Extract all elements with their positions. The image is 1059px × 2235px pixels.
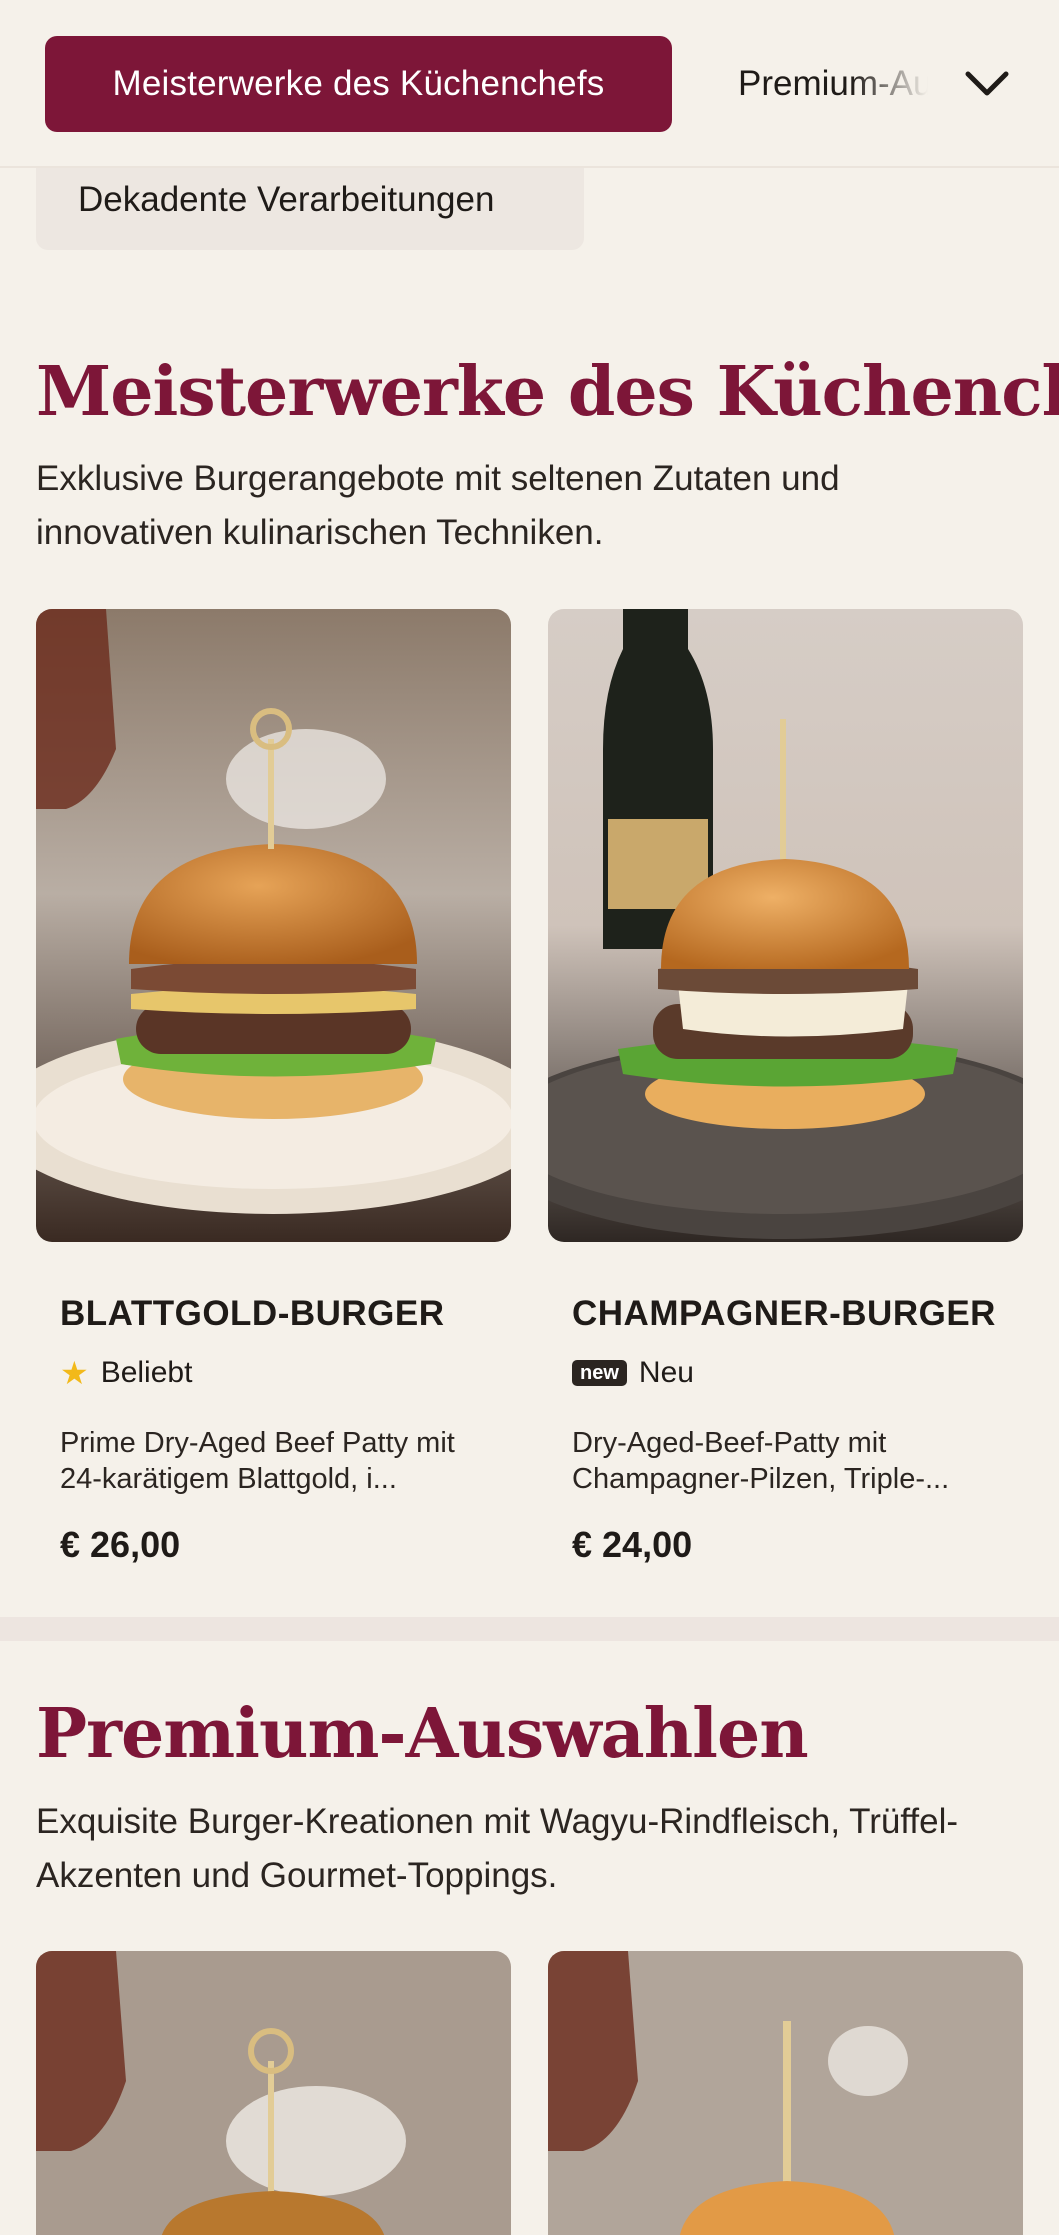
burger-photo <box>36 609 511 1242</box>
champagner-burger-image[interactable] <box>548 609 1023 1242</box>
new-badge: new Neu <box>572 1356 694 1390</box>
premium-burger-image[interactable] <box>548 1951 1023 2235</box>
category-tab-active[interactable]: Meisterwerke des Küchenchefs <box>45 36 672 132</box>
item-description: Dry-Aged-Beef-Patty mit Champagner-Pilze… <box>572 1427 950 1495</box>
item-price: € 24,00 <box>572 1524 693 1565</box>
menu-page: Meisterwerke des Küchenchefs Premium-Aus… <box>0 0 1059 2235</box>
new-tag-icon: new <box>572 1360 627 1386</box>
section-description: Exquisite Burger-Kreationen mit Wagyu-Ri… <box>36 1802 959 1895</box>
category-dropdown-button[interactable] <box>955 52 1019 116</box>
item-description: Prime Dry-Aged Beef Patty mit 24-karätig… <box>60 1427 455 1495</box>
blattgold-burger-image[interactable] <box>36 609 511 1242</box>
item-name[interactable]: BLATTGOLD-BURGER <box>60 1294 445 1334</box>
section-divider <box>0 1617 1059 1641</box>
section-title: Premium-Auswahlen <box>36 1694 809 1774</box>
popular-badge: ★ Beliebt <box>60 1356 192 1390</box>
category-nav: Meisterwerke des Küchenchefs Premium-Aus… <box>0 0 1059 168</box>
burger-photo <box>36 1951 511 2235</box>
section-title: Meisterwerke des Küchenchefs <box>36 352 1059 432</box>
badge-label: Neu <box>638 1356 694 1389</box>
category-tab-next[interactable]: Premium-Auswahlen <box>738 36 928 132</box>
badge-label: Beliebt <box>100 1356 193 1389</box>
chevron-down-icon <box>965 71 1009 96</box>
section-description: Exklusive Burgerangebote mit seltenen Zu… <box>36 459 840 552</box>
burger-photo <box>548 609 1023 1242</box>
item-name[interactable]: CHAMPAGNER-BURGER <box>572 1294 996 1334</box>
premium-burger-image[interactable] <box>36 1951 511 2235</box>
star-icon: ★ <box>60 1355 89 1391</box>
burger-photo <box>548 1951 1023 2235</box>
item-price: € 26,00 <box>60 1524 181 1565</box>
